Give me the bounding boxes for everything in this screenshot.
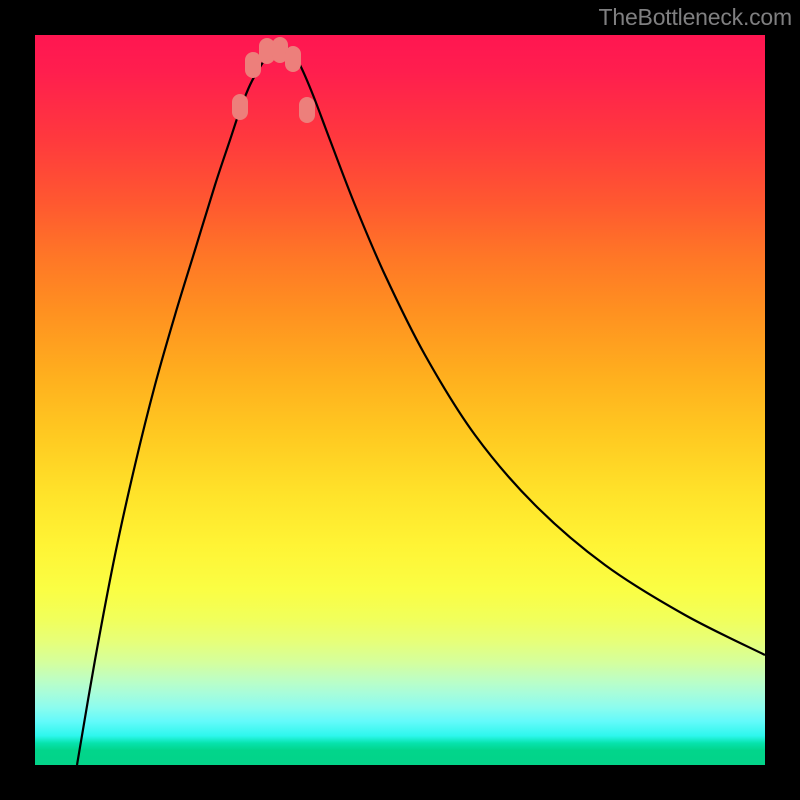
- curve-markers: [232, 37, 315, 123]
- curve-marker: [285, 46, 301, 72]
- watermark-text: TheBottleneck.com: [599, 4, 792, 31]
- plot-area: [35, 35, 765, 765]
- bottleneck-curve: [77, 47, 765, 765]
- curve-marker: [299, 97, 315, 123]
- curve-marker: [232, 94, 248, 120]
- curve-svg: [35, 35, 765, 765]
- curve-marker: [245, 52, 261, 78]
